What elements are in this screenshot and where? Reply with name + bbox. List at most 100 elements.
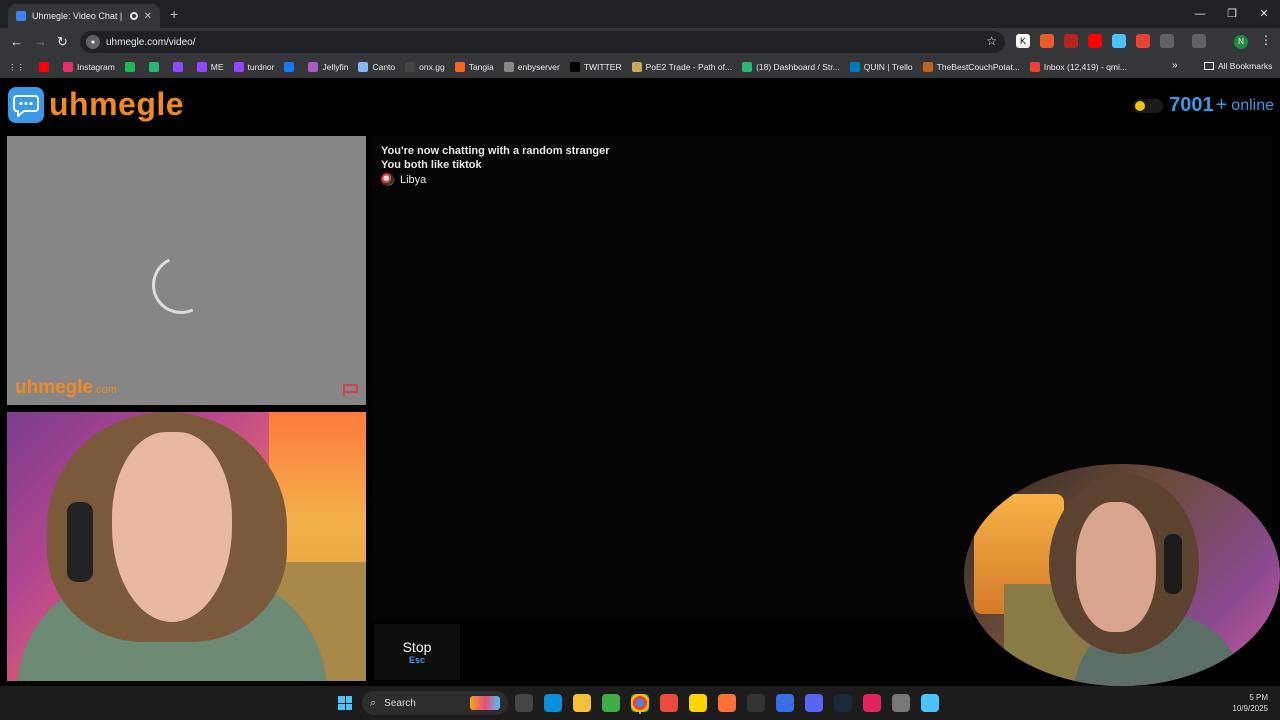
bookmark-item[interactable]: QUIN | Trello [849, 62, 913, 72]
system-clock[interactable]: 5 PM 10/9/2025 [1232, 692, 1268, 714]
site-logo[interactable]: uhmegle [8, 86, 184, 123]
stop-button[interactable]: Stop Esc [374, 624, 460, 680]
bookmark-item[interactable]: Inbox (12,419) - qmi... [1029, 62, 1127, 72]
extension-k-icon[interactable]: K [1016, 34, 1030, 48]
chrome-icon[interactable] [631, 694, 649, 712]
online-label: online [1231, 96, 1274, 114]
sun-icon [1135, 100, 1146, 111]
forward-icon[interactable]: → [34, 34, 47, 49]
bookmark-list: Instagram ME turdnor Jellyfin Canto onx.gg Tan… [39, 62, 1137, 72]
back-icon[interactable]: ← [10, 34, 23, 49]
common-interest-message: You both like tiktok [381, 159, 482, 171]
firefox-icon[interactable] [718, 694, 736, 712]
bookmark-item[interactable] [124, 62, 139, 72]
browser-menu-icon[interactable]: ⋮ [1260, 33, 1272, 47]
search-highlight-icon [470, 696, 500, 710]
report-flag-icon[interactable] [342, 383, 360, 397]
extension-fox-icon[interactable] [1040, 34, 1054, 48]
self-webcam-video [7, 412, 366, 681]
app-basketball-icon[interactable] [660, 694, 678, 712]
face-shape [112, 432, 232, 622]
chat-bubble-icon [8, 86, 44, 123]
apps-grid-icon[interactable]: ⋮⋮ [8, 62, 25, 73]
bookmark-label: Jellyfin [322, 62, 349, 72]
bookmark-item[interactable] [172, 62, 187, 72]
obs-icon[interactable] [747, 694, 765, 712]
clock-time: 5 PM [1249, 693, 1268, 702]
bookmark-item[interactable]: PoE2 Trade - Path of... [631, 62, 732, 72]
bookmark-item[interactable] [148, 62, 163, 72]
bookmark-item[interactable]: TheBestCouchPotat... [922, 62, 1020, 72]
file-explorer-icon[interactable] [573, 694, 591, 712]
extension-record-icon[interactable] [1064, 34, 1078, 48]
bookmarks-bar: ⋮⋮ Instagram ME turdnor Jellyfin Canto onx.gg… [0, 56, 1280, 78]
logo-text: uhmegle [49, 86, 185, 122]
extensions-puzzle-icon[interactable] [1160, 34, 1174, 48]
restore-icon[interactable]: ❐ [1216, 0, 1248, 28]
bookmark-item[interactable]: (18) Dashboard / Str... [742, 62, 840, 72]
notepad-icon[interactable] [921, 694, 939, 712]
bookmark-item[interactable] [39, 62, 53, 72]
stranger-country: Libya [381, 173, 426, 186]
taskbar-search[interactable]: ⌕ Search [362, 691, 508, 715]
discord-icon[interactable] [805, 694, 823, 712]
minimize-icon[interactable]: — [1184, 0, 1216, 28]
url-text: uhmegle.com/video/ [106, 36, 196, 48]
extension-translate-icon[interactable] [1112, 34, 1126, 48]
extension-youtube-icon[interactable] [1088, 34, 1102, 48]
settings-gear-icon[interactable] [892, 694, 910, 712]
windows-start-icon[interactable] [338, 696, 352, 710]
app-blue-icon[interactable] [776, 694, 794, 712]
recording-indicator-icon [129, 12, 138, 20]
taskbar-apps [515, 694, 939, 712]
online-count: 7001 [1169, 94, 1214, 116]
bookmark-label: Inbox (12,419) - qmi... [1043, 62, 1127, 72]
bookmark-item[interactable]: Tangia [454, 62, 494, 72]
address-bar[interactable]: ● uhmegle.com/video/ ☆ [80, 31, 1005, 53]
watermark-main: uhmegle [15, 377, 94, 398]
bookmark-label: Canto [372, 62, 396, 72]
side-panel-icon[interactable] [1192, 34, 1206, 48]
steam-icon[interactable] [834, 694, 852, 712]
edge-icon[interactable] [544, 694, 562, 712]
bookmark-item[interactable]: enbyserver [503, 62, 560, 72]
window-controls: — ❐ ✕ [1184, 0, 1280, 28]
country-name: Libya [400, 173, 427, 186]
bookmark-item[interactable]: Instagram [63, 62, 115, 72]
profile-avatar[interactable]: N [1234, 35, 1248, 49]
extension-red-icon[interactable] [1136, 34, 1150, 48]
bookmark-label: TheBestCouchPotat... [936, 62, 1020, 72]
bookmark-item[interactable]: TWITTER [569, 62, 622, 72]
bookmark-favicon-icon [569, 62, 580, 72]
online-counter: 7001 + online [1133, 94, 1274, 117]
taskbar-search-label: Search [384, 697, 416, 709]
sticky-notes-icon[interactable] [689, 694, 707, 712]
reload-icon[interactable]: ↻ [57, 34, 68, 50]
clock-date: 10/9/2025 [1232, 704, 1268, 713]
new-tab-button[interactable]: + [170, 6, 178, 22]
media-player-icon[interactable] [602, 694, 620, 712]
close-tab-icon[interactable]: ✕ [144, 11, 152, 22]
bookmark-favicon-icon [1029, 62, 1040, 72]
bookmark-star-icon[interactable]: ☆ [986, 34, 997, 48]
bookmark-item[interactable]: ME [196, 62, 224, 72]
bookmark-label: turdnor [247, 62, 275, 72]
country-flag-icon [381, 173, 394, 186]
theme-toggle[interactable] [1133, 98, 1164, 113]
bookmark-item[interactable]: Canto [358, 62, 395, 72]
online-plus: + [1215, 94, 1228, 116]
bookmark-item[interactable]: turdnor [233, 62, 275, 72]
bookmark-item[interactable]: onx.gg [405, 62, 445, 72]
bookmark-item[interactable] [284, 62, 298, 72]
app-red-icon[interactable] [863, 694, 881, 712]
bookmark-item[interactable]: Jellyfin [308, 62, 348, 72]
close-window-icon[interactable]: ✕ [1248, 0, 1280, 28]
more-bookmarks-icon[interactable]: » [1172, 60, 1178, 71]
browser-tab[interactable]: Uhmegle: Video Chat | Ome ✕ [8, 4, 160, 28]
headphone-left-shape [67, 502, 93, 582]
stop-shortcut: Esc [408, 655, 425, 665]
taskview-icon[interactable] [515, 694, 533, 712]
site-info-icon[interactable]: ● [86, 35, 100, 49]
all-bookmarks-button[interactable]: All Bookmarks [1204, 61, 1272, 71]
bookmark-favicon-icon [148, 62, 159, 72]
